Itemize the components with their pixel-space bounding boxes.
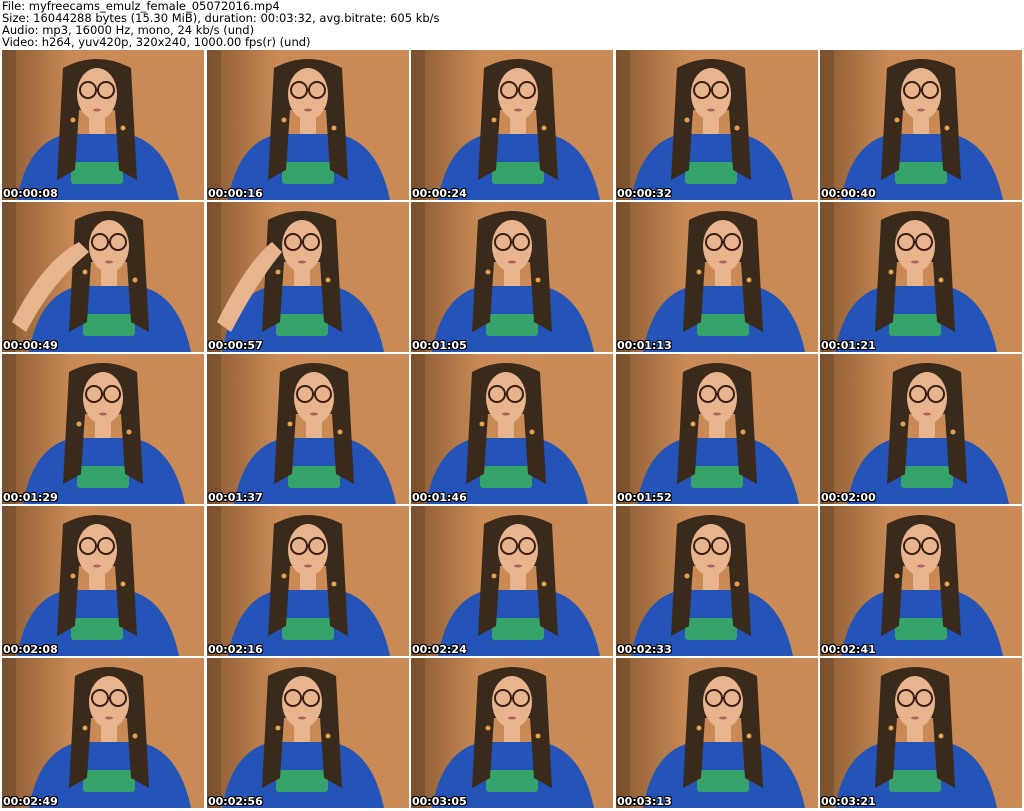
timestamp-label: 00:01:46 <box>412 491 467 504</box>
timestamp-label: 00:01:52 <box>617 491 672 504</box>
video-thumbnail: 00:02:33 <box>616 506 818 656</box>
timestamp-label: 00:01:13 <box>617 339 672 352</box>
video-thumbnail: 00:02:00 <box>820 354 1022 504</box>
timestamp-label: 00:02:08 <box>3 643 58 656</box>
timestamp-label: 00:01:37 <box>208 491 263 504</box>
video-frame-image <box>616 506 818 656</box>
timestamp-label: 00:02:24 <box>412 643 467 656</box>
video-thumbnail: 00:02:56 <box>207 658 409 808</box>
timestamp-label: 00:00:49 <box>3 339 58 352</box>
video-thumbnail: 00:03:21 <box>820 658 1022 808</box>
timestamp-label: 00:02:56 <box>208 795 263 808</box>
video-thumbnail: 00:01:29 <box>2 354 204 504</box>
video-thumbnail: 00:01:13 <box>616 202 818 352</box>
video-thumbnail: 00:02:24 <box>411 506 613 656</box>
video-frame-image <box>2 354 204 504</box>
video-frame-image <box>2 50 204 200</box>
thumbnail-grid: 00:00:08 00:00:16 00:00:24 00:00:32 00:0… <box>2 50 1022 810</box>
video-thumbnail: 00:01:52 <box>616 354 818 504</box>
video-frame-image <box>2 658 204 808</box>
video-thumbnail: 00:03:05 <box>411 658 613 808</box>
video-frame-image <box>411 658 613 808</box>
timestamp-label: 00:02:41 <box>821 643 876 656</box>
timestamp-label: 00:00:08 <box>3 187 58 200</box>
video-frame-image <box>411 354 613 504</box>
video-frame-image <box>207 506 409 656</box>
video-frame-image <box>820 506 1022 656</box>
video-frame-image <box>616 658 818 808</box>
timestamp-label: 00:03:13 <box>617 795 672 808</box>
video-frame-image <box>820 202 1022 352</box>
video-thumbnail: 00:00:08 <box>2 50 204 200</box>
timestamp-label: 00:03:05 <box>412 795 467 808</box>
video-thumbnail: 00:02:16 <box>207 506 409 656</box>
video-frame-image <box>207 354 409 504</box>
video-info-header: File: myfreecams_emulz_female_05072016.m… <box>2 0 1022 48</box>
video-frame-image <box>411 506 613 656</box>
video-frame-image <box>207 658 409 808</box>
video-thumbnail: 00:01:05 <box>411 202 613 352</box>
video-frame-image <box>616 50 818 200</box>
video-frame-image <box>411 202 613 352</box>
video-frame-image <box>820 354 1022 504</box>
video-frame-image <box>2 506 204 656</box>
video-thumbnail: 00:00:16 <box>207 50 409 200</box>
video-thumbnail: 00:00:24 <box>411 50 613 200</box>
timestamp-label: 00:00:32 <box>617 187 672 200</box>
video-frame-image <box>616 354 818 504</box>
video-frame-image <box>411 50 613 200</box>
video-info-line: Video: h264, yuv420p, 320x240, 1000.00 f… <box>2 35 311 49</box>
video-thumbnail: 00:00:49 <box>2 202 204 352</box>
video-frame-image <box>616 202 818 352</box>
timestamp-label: 00:01:29 <box>3 491 58 504</box>
timestamp-label: 00:00:24 <box>412 187 467 200</box>
timestamp-label: 00:02:00 <box>821 491 876 504</box>
video-frame-image <box>820 658 1022 808</box>
video-frame-image <box>207 202 409 352</box>
timestamp-label: 00:00:40 <box>821 187 876 200</box>
video-thumbnail: 00:00:32 <box>616 50 818 200</box>
timestamp-label: 00:02:33 <box>617 643 672 656</box>
video-frame-image <box>820 50 1022 200</box>
video-frame-image <box>2 202 204 352</box>
timestamp-label: 00:02:16 <box>208 643 263 656</box>
video-thumbnail: 00:01:37 <box>207 354 409 504</box>
timestamp-label: 00:01:21 <box>821 339 876 352</box>
video-thumbnail: 00:01:21 <box>820 202 1022 352</box>
video-thumbnail: 00:00:40 <box>820 50 1022 200</box>
timestamp-label: 00:02:49 <box>3 795 58 808</box>
video-thumbnail: 00:02:49 <box>2 658 204 808</box>
timestamp-label: 00:00:16 <box>208 187 263 200</box>
video-frame-image <box>207 50 409 200</box>
timestamp-label: 00:03:21 <box>821 795 876 808</box>
timestamp-label: 00:01:05 <box>412 339 467 352</box>
video-thumbnail: 00:00:57 <box>207 202 409 352</box>
timestamp-label: 00:00:57 <box>208 339 263 352</box>
video-thumbnail: 00:02:41 <box>820 506 1022 656</box>
video-thumbnail: 00:03:13 <box>616 658 818 808</box>
video-thumbnail: 00:02:08 <box>2 506 204 656</box>
video-thumbnail: 00:01:46 <box>411 354 613 504</box>
